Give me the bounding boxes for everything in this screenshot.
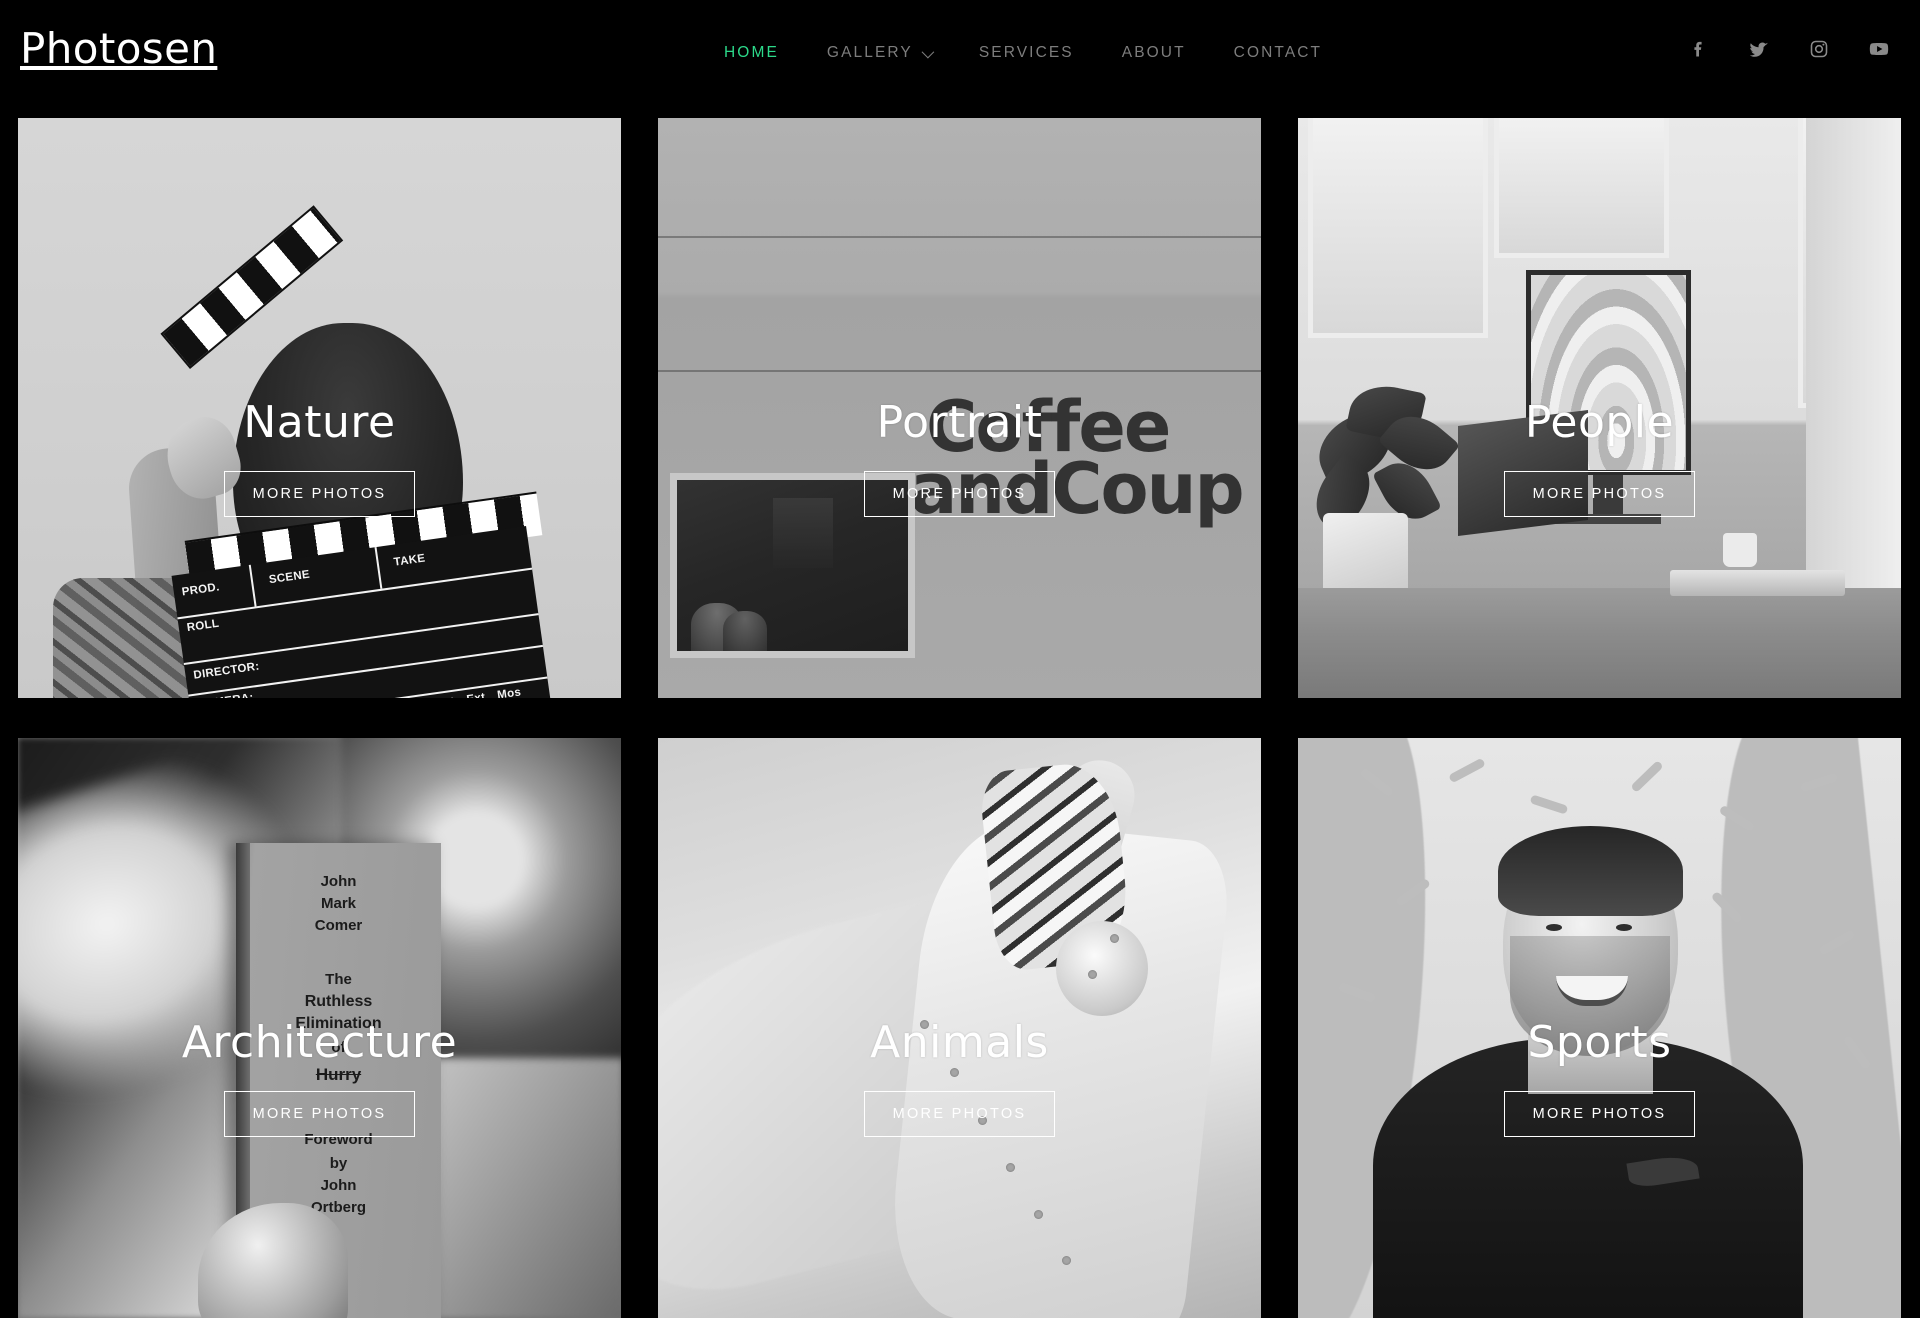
youtube-icon[interactable] [1868, 38, 1890, 60]
gallery-card-nature[interactable]: PROD. SCENE TAKE ROLL DIRECTOR: CAMERA: … [18, 118, 621, 698]
card-title: Sports [1527, 1017, 1672, 1068]
chevron-down-icon [921, 45, 935, 58]
nav-item-label: ABOUT [1121, 44, 1186, 61]
main-navigation: HOME GALLERY SERVICES ABOUT CONTACT [700, 44, 1346, 62]
site-header: Photosen HOME GALLERY SERVICES ABOUT CON… [0, 0, 1920, 118]
social-links [1688, 38, 1890, 60]
nav-item-about[interactable]: ABOUT [1098, 44, 1210, 62]
facebook-icon[interactable] [1688, 38, 1710, 60]
more-photos-button[interactable]: MORE PHOTOS [1503, 471, 1696, 517]
gallery-card-animals[interactable]: Animals MORE PHOTOS [658, 738, 1261, 1318]
nav-item-contact[interactable]: CONTACT [1210, 44, 1346, 62]
nav-item-services[interactable]: SERVICES [955, 44, 1098, 62]
twitter-icon[interactable] [1748, 38, 1770, 60]
nav-item-label: SERVICES [978, 44, 1074, 61]
nav-item-label: HOME [724, 44, 779, 61]
nav-item-home[interactable]: HOME [700, 44, 803, 62]
more-photos-button[interactable]: MORE PHOTOS [223, 1091, 416, 1137]
gallery-card-people[interactable]: People MORE PHOTOS [1298, 118, 1901, 698]
more-photos-button[interactable]: MORE PHOTOS [1503, 1091, 1696, 1137]
card-title: Nature [243, 397, 396, 448]
gallery-card-portrait[interactable]: Coffee andCoup Portrait MORE PHOTOS [658, 118, 1261, 698]
more-photos-button[interactable]: MORE PHOTOS [863, 1091, 1056, 1137]
more-photos-button[interactable]: MORE PHOTOS [223, 471, 416, 517]
nav-item-gallery[interactable]: GALLERY [803, 44, 955, 62]
site-logo[interactable]: Photosen [20, 28, 217, 70]
nav-item-label: GALLERY [826, 44, 913, 61]
nav-item-label: CONTACT [1233, 44, 1323, 61]
card-title: Portrait [876, 397, 1043, 448]
card-title: Animals [870, 1017, 1049, 1068]
instagram-icon[interactable] [1808, 38, 1830, 60]
card-title: Architecture [181, 1017, 458, 1068]
gallery-grid: PROD. SCENE TAKE ROLL DIRECTOR: CAMERA: … [18, 118, 1902, 1318]
card-title: People [1524, 397, 1675, 448]
gallery-card-architecture[interactable]: John Mark Comer The Ruthless Elimination… [18, 738, 621, 1318]
more-photos-button[interactable]: MORE PHOTOS [863, 471, 1056, 517]
gallery-card-sports[interactable]: Sports MORE PHOTOS [1298, 738, 1901, 1318]
